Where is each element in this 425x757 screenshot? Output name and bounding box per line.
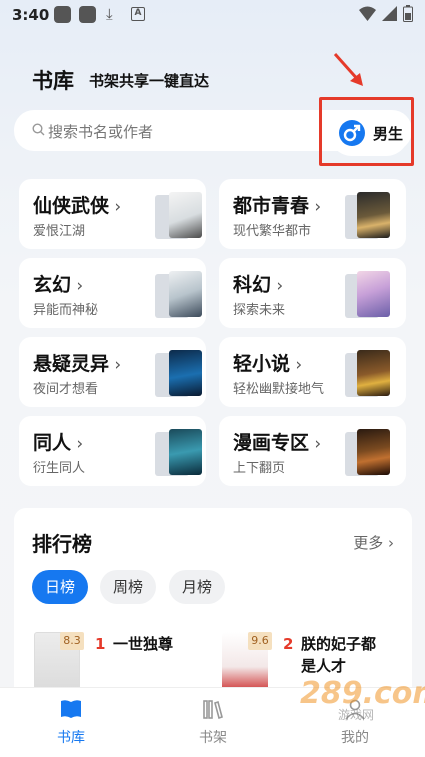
book-open-icon [61,700,81,718]
category-title: 同人 [33,432,72,454]
book-title: 一世独尊 [113,635,174,653]
category-subtitle: 夜间才想看 [33,382,99,397]
category-subtitle: 异能而神秘 [33,303,99,318]
search-icon [32,123,45,136]
category-title: 轻小说 [233,353,291,375]
book-cover-image [169,350,202,396]
wifi-icon [359,6,376,21]
nav-tab-bookshelf[interactable]: 书架 [173,698,253,747]
chevron-right-icon: › [109,355,122,375]
ranking-more-link[interactable]: 更多 › [353,532,394,553]
category-title: 都市青春 [233,195,310,217]
rank-number: 2 [283,635,294,653]
tab-weekly[interactable]: 周榜 [100,570,156,604]
gender-toggle-highlight: 男生 [319,97,414,166]
chevron-right-icon: › [71,434,84,454]
gender-label: 男生 [373,124,404,143]
tab-monthly[interactable]: 月榜 [169,570,225,604]
category-subtitle: 上下翻页 [233,461,286,476]
chevron-right-icon: › [109,197,122,217]
category-card-mystery[interactable]: 悬疑灵异 › 夜间才想看 [19,337,206,407]
category-card-light-novel[interactable]: 轻小说 › 轻松幽默接地气 [219,337,406,407]
gender-toggle-button[interactable]: 男生 [329,110,409,156]
book-cover-image [357,350,390,396]
page-slogan: 书架共享一键直达 [89,72,210,90]
battery-icon [403,5,413,22]
bookshelf-icon [203,700,223,720]
nav-label: 我的 [341,730,369,746]
book-title-line-2: 是人才 [301,657,347,675]
chevron-right-icon: › [309,197,322,217]
watermark-text: 游戏网 [338,708,375,722]
download-icon: ⤓ [106,5,113,23]
notification-app-icon [79,6,96,23]
book-cover-image [169,192,202,238]
category-card-fantasy[interactable]: 玄幻 › 异能而神秘 [19,258,206,328]
signal-icon [382,6,397,21]
category-card-fanfic[interactable]: 同人 › 衍生同人 [19,416,206,486]
category-title: 悬疑灵异 [33,353,110,375]
book-title-line-1: 朕的妃子都 [301,635,377,653]
male-gender-icon [339,120,365,146]
nav-label: 书架 [199,730,227,746]
search-placeholder: 搜索书名或作者 [48,123,154,141]
more-label: 更多 [353,534,384,552]
chevron-right-icon: › [271,276,284,296]
category-subtitle: 轻松幽默接地气 [233,382,325,397]
tab-daily[interactable]: 日榜 [32,570,88,604]
book-cover-image [169,429,202,475]
ranking-title: 排行榜 [32,532,92,556]
book-cover-image [357,271,390,317]
score-badge: 9.6 [248,632,272,650]
notification-app-icon [54,6,71,23]
a-notification-icon: A [131,7,145,21]
chevron-right-icon: › [71,276,84,296]
category-subtitle: 现代繁华都市 [233,224,312,239]
status-bar: 3:40 ⤓ A [0,0,425,30]
category-card-urban[interactable]: 都市青春 › 现代繁华都市 [219,179,406,249]
nav-tab-library[interactable]: 书库 [31,698,111,747]
category-card-scifi[interactable]: 科幻 › 探索未来 [219,258,406,328]
rank-number: 1 [95,635,106,653]
status-time: 3:40 [12,6,50,24]
nav-label: 书库 [57,730,85,746]
book-cover-image [357,429,390,475]
chevron-right-icon: › [290,355,303,375]
chevron-right-icon: › [383,534,394,552]
book-cover-image [357,192,390,238]
category-title: 科幻 [233,274,272,296]
category-subtitle: 衍生同人 [33,461,86,476]
category-title: 玄幻 [33,274,72,296]
score-badge: 8.3 [60,632,84,650]
category-card-xianxia[interactable]: 仙侠武侠 › 爱恨江湖 [19,179,206,249]
category-subtitle: 探索未来 [233,303,286,318]
category-card-comics[interactable]: 漫画专区 › 上下翻页 [219,416,406,486]
page-title: 书库 [32,69,74,93]
category-title: 仙侠武侠 [33,195,110,217]
annotation-arrow-icon [333,53,363,86]
book-cover-image [169,271,202,317]
category-subtitle: 爱恨江湖 [33,224,86,239]
chevron-right-icon: › [309,434,322,454]
category-title: 漫画专区 [233,432,310,454]
